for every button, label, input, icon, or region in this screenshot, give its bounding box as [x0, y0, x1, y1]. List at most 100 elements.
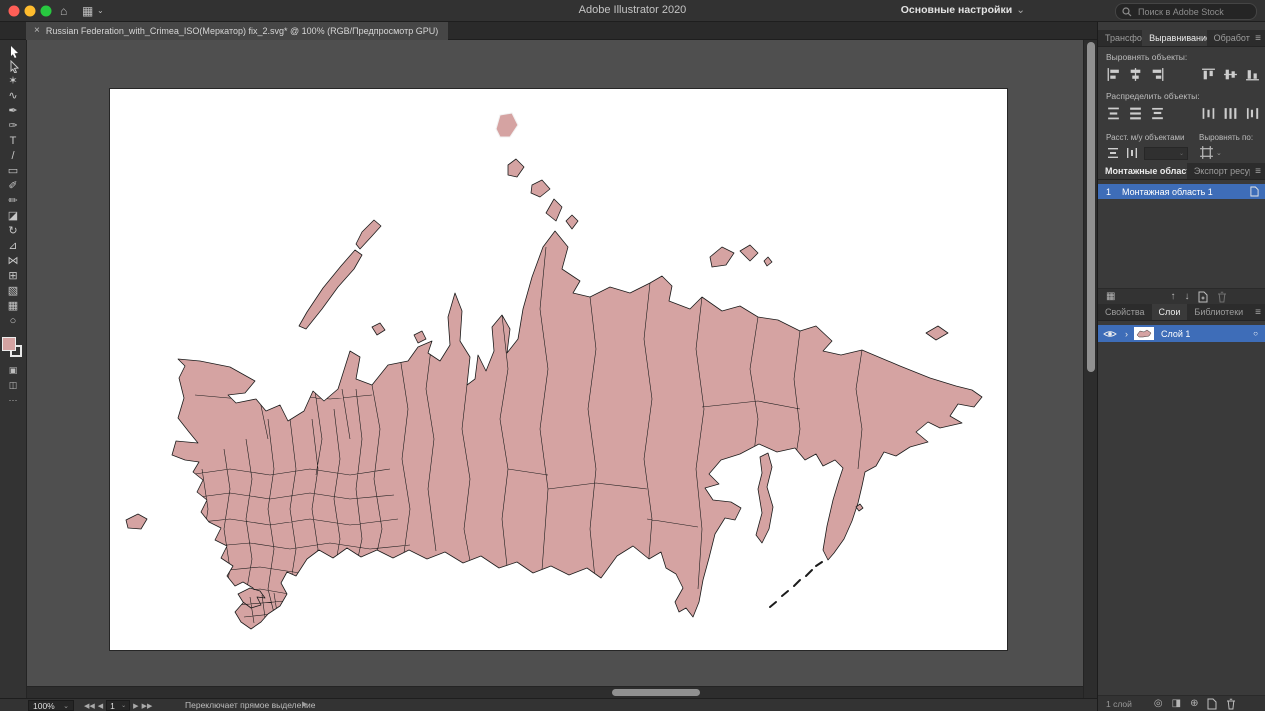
rotate-tool[interactable]: ↻ — [2, 225, 24, 239]
stock-search[interactable] — [1115, 3, 1257, 20]
russia-land[interactable] — [126, 113, 982, 629]
arrange-documents-icon[interactable]: ▦ — [82, 2, 93, 20]
layer-row[interactable]: › Слой 1 ○ — [1098, 325, 1265, 342]
horizontal-scrollbar[interactable] — [27, 686, 1083, 698]
arrange-documents-chevron-icon[interactable]: ⌄ — [97, 2, 104, 20]
close-document-icon[interactable]: × — [34, 22, 40, 40]
tab-pathfinder[interactable]: Обработ — [1207, 30, 1251, 46]
zoom-tool[interactable]: ○ — [2, 315, 24, 329]
tab-libraries[interactable]: Библиотеки — [1187, 304, 1250, 320]
eraser-tool[interactable]: ◪ — [2, 210, 24, 224]
tab-artboards[interactable]: Монтажные области — [1098, 163, 1187, 179]
delete-artboard-icon[interactable] — [1217, 291, 1227, 303]
panel-menu-icon[interactable]: ≡ — [1250, 163, 1265, 179]
status-hint-dropdown[interactable]: Переключает прямое выделение — [185, 700, 316, 710]
pen-tool[interactable]: ✒ — [2, 105, 24, 119]
vertical-scrollbar[interactable] — [1083, 40, 1097, 698]
new-layer-icon[interactable] — [1207, 698, 1217, 710]
vertical-spacing-icon[interactable] — [1106, 146, 1121, 161]
artboard-row-name[interactable]: Монтажная область 1 — [1122, 187, 1213, 197]
artboard-row[interactable]: 1 Монтажная область 1 — [1098, 184, 1265, 199]
magic-wand-tool[interactable]: ✶ — [2, 75, 24, 89]
tab-properties[interactable]: Свойства — [1098, 304, 1152, 320]
russia-map-artwork[interactable] — [110, 89, 1007, 650]
status-hint-arrow-icon[interactable]: ▶ — [302, 700, 307, 708]
delete-layer-icon[interactable] — [1226, 698, 1236, 710]
workspace-switcher[interactable]: Основные настройки⌄ — [901, 4, 1025, 16]
curvature-tool[interactable]: ✑ — [2, 120, 24, 134]
tab-transform[interactable]: Трансфо — [1098, 30, 1142, 46]
artboard-page-icon[interactable] — [1250, 186, 1259, 197]
scale-tool[interactable]: ⊿ — [2, 240, 24, 254]
artboard-number-dropdown[interactable]: 1 ⌄ — [106, 700, 130, 711]
align-middle-vertical-icon[interactable] — [1223, 67, 1238, 82]
new-artboard-icon[interactable] — [1198, 291, 1208, 303]
align-right-icon[interactable] — [1150, 67, 1165, 82]
align-bottom-icon[interactable] — [1245, 67, 1260, 82]
more-tools-icon[interactable]: ··· — [2, 394, 24, 406]
distribute-center-horizontal-icon[interactable] — [1223, 106, 1238, 121]
next-artboard-button[interactable]: ▶ — [133, 702, 138, 710]
screen-mode-icon[interactable]: ◫ — [2, 379, 24, 391]
align-left-icon[interactable] — [1106, 67, 1121, 82]
line-segment-tool[interactable]: / — [2, 150, 24, 164]
zoom-level-dropdown[interactable]: 100% ⌄ — [28, 700, 74, 711]
spacing-icons-group — [1106, 146, 1140, 161]
previous-artboard-button[interactable]: ◀ — [98, 702, 103, 710]
direct-selection-tool[interactable] — [2, 60, 24, 74]
tools-panel: ✶ ∿ ✒ ✑ T / ▭ ✐ ✏ ◪ ↻ ⊿ ⋈ ⊞ ▧ ▦ ○ ▣ ◫ ··… — [0, 40, 27, 698]
locate-object-icon[interactable]: ◎ — [1154, 697, 1163, 711]
horizontal-scrollbar-thumb[interactable] — [612, 689, 700, 696]
move-artboard-up-icon[interactable]: ↑ — [1170, 290, 1175, 304]
shape-builder-tool[interactable]: ⊞ — [2, 270, 24, 284]
chevron-down-icon: ⌄ — [1216, 149, 1222, 157]
distribute-right-icon[interactable] — [1245, 106, 1260, 121]
paintbrush-tool[interactable]: ✐ — [2, 180, 24, 194]
lasso-tool[interactable]: ∿ — [2, 90, 24, 104]
minimize-window-button[interactable] — [25, 6, 36, 17]
selection-tool[interactable] — [2, 45, 24, 59]
tab-layers[interactable]: Слои — [1152, 304, 1188, 320]
tab-asset-export[interactable]: Экспорт ресур — [1187, 163, 1250, 179]
move-artboard-down-icon[interactable]: ↓ — [1184, 290, 1189, 304]
close-window-button[interactable] — [9, 6, 20, 17]
gradient-tool[interactable]: ▧ — [2, 285, 24, 299]
home-icon[interactable]: ⌂ — [60, 2, 67, 20]
distribute-center-vertical-icon[interactable] — [1128, 106, 1143, 121]
distribute-left-icon[interactable] — [1201, 106, 1216, 121]
artboard[interactable] — [110, 89, 1007, 650]
severnaya-zemlya-island — [566, 215, 578, 229]
horizontal-spacing-icon[interactable] — [1125, 146, 1140, 161]
layer-name[interactable]: Слой 1 — [1161, 329, 1190, 339]
align-to-dropdown[interactable]: ⌄ — [1199, 145, 1222, 160]
fill-swatch[interactable] — [2, 337, 16, 351]
layer-expand-chevron-icon[interactable]: › — [1125, 329, 1128, 339]
mesh-tool[interactable]: ▦ — [2, 300, 24, 314]
distribute-bottom-icon[interactable] — [1150, 106, 1165, 121]
pencil-tool[interactable]: ✏ — [2, 195, 24, 209]
search-input[interactable] — [1136, 6, 1250, 18]
panel-menu-icon[interactable]: ≡ — [1250, 304, 1265, 320]
panel-menu-icon[interactable]: ≡ — [1250, 30, 1265, 46]
align-center-horizontal-icon[interactable] — [1128, 67, 1143, 82]
draw-normal-mode-icon[interactable]: ▣ — [2, 364, 24, 376]
first-artboard-button[interactable]: ◀◀ — [84, 702, 95, 710]
width-tool[interactable]: ⋈ — [2, 255, 24, 269]
layer-visibility-eye-icon[interactable] — [1103, 329, 1117, 339]
tab-align[interactable]: Выравнивание — [1142, 30, 1207, 46]
layer-target-icon[interactable]: ○ — [1253, 329, 1258, 338]
distribute-top-icon[interactable] — [1106, 106, 1121, 121]
make-clipping-mask-icon[interactable]: ◨ — [1172, 697, 1181, 711]
align-top-icon[interactable] — [1201, 67, 1216, 82]
rectangle-tool[interactable]: ▭ — [2, 165, 24, 179]
type-tool[interactable]: T — [2, 135, 24, 149]
spacing-value-dropdown[interactable]: ⌄ — [1144, 147, 1188, 160]
last-artboard-button[interactable]: ▶▶ — [142, 702, 153, 710]
kuril-islands[interactable] — [770, 562, 822, 607]
new-sublayer-icon[interactable]: ⊕ — [1190, 697, 1198, 711]
artboard-options-icon[interactable]: ▦ — [1106, 290, 1115, 304]
maximize-window-button[interactable] — [41, 6, 52, 17]
canvas-pasteboard[interactable] — [27, 40, 1083, 686]
document-tab[interactable]: × Russian Federation_with_Crimea_ISO(Мер… — [26, 22, 448, 40]
vertical-scrollbar-thumb[interactable] — [1087, 42, 1095, 372]
